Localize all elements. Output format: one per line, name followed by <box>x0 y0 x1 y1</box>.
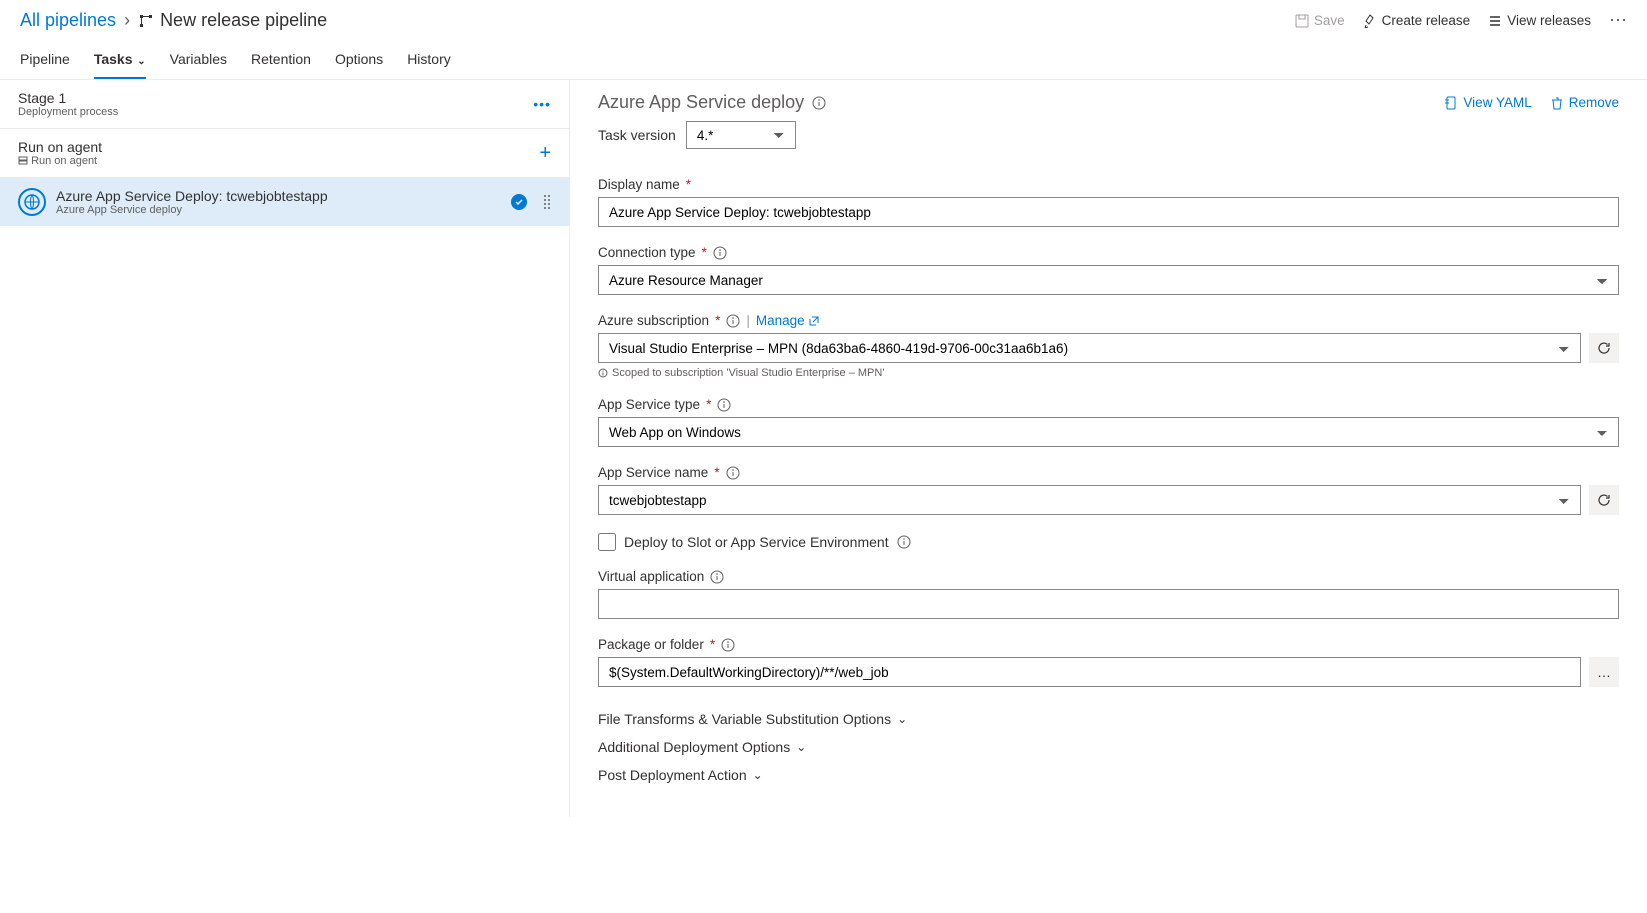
section-file-transforms[interactable]: File Transforms & Variable Substitution … <box>598 705 1619 733</box>
create-release-button[interactable]: Create release <box>1363 13 1471 28</box>
tab-variables[interactable]: Variables <box>170 41 227 79</box>
agent-subtitle: Run on agent <box>18 155 102 167</box>
refresh-subscription-button[interactable] <box>1589 333 1619 363</box>
detail-panel: Azure App Service deploy View YAML Remov… <box>570 80 1647 817</box>
package-folder-input[interactable] <box>598 657 1581 687</box>
connection-type-label: Connection type <box>598 245 696 260</box>
chevron-down-icon: ⌄ <box>796 740 806 754</box>
app-service-type-select[interactable]: Web App on Windows <box>598 417 1619 447</box>
task-subtitle: Azure App Service deploy <box>56 204 328 216</box>
task-item[interactable]: Azure App Service Deploy: tcwebjobtestap… <box>0 178 569 226</box>
stage-more-button[interactable]: ••• <box>533 96 551 112</box>
deploy-to-slot-label: Deploy to Slot or App Service Environmen… <box>624 534 889 550</box>
app-service-name-select[interactable]: tcwebjobtestapp <box>598 485 1581 515</box>
refresh-app-service-button[interactable] <box>1589 485 1619 515</box>
refresh-icon <box>1597 493 1611 507</box>
info-icon[interactable] <box>717 398 731 412</box>
app-service-type-label: App Service type <box>598 397 700 412</box>
info-icon[interactable] <box>897 535 911 549</box>
section-post-deployment[interactable]: Post Deployment Action ⌄ <box>598 761 1619 789</box>
save-button[interactable]: Save <box>1295 13 1345 28</box>
agent-job[interactable]: Run on agent Run on agent + <box>0 129 569 178</box>
tab-options[interactable]: Options <box>335 41 383 79</box>
trash-icon <box>1550 96 1564 110</box>
virtual-application-input[interactable] <box>598 589 1619 619</box>
list-icon <box>1488 14 1502 28</box>
chevron-down-icon: ⌄ <box>135 56 146 67</box>
view-yaml-button[interactable]: View YAML <box>1444 95 1531 110</box>
chevron-down-icon: ⌄ <box>897 712 907 726</box>
tab-tasks[interactable]: Tasks ⌄ <box>94 41 146 79</box>
stage-header[interactable]: Stage 1 Deployment process ••• <box>0 80 569 129</box>
display-name-input[interactable] <box>598 197 1619 227</box>
info-icon[interactable] <box>710 570 724 584</box>
task-status-icon <box>511 194 527 210</box>
task-version-select[interactable]: 4.* <box>686 121 796 149</box>
detail-heading: Azure App Service deploy <box>598 92 804 113</box>
connection-type-select[interactable]: Azure Resource Manager <box>598 265 1619 295</box>
app-service-name-label: App Service name <box>598 465 708 480</box>
more-menu-button[interactable]: ⋯ <box>1609 10 1627 31</box>
breadcrumb-root-link[interactable]: All pipelines <box>20 10 116 31</box>
tab-retention[interactable]: Retention <box>251 41 311 79</box>
chevron-down-icon: ⌄ <box>753 768 763 782</box>
deploy-to-slot-checkbox[interactable] <box>598 533 616 551</box>
info-icon[interactable] <box>713 246 727 260</box>
display-name-label: Display name <box>598 177 680 192</box>
section-additional-deployment[interactable]: Additional Deployment Options ⌄ <box>598 733 1619 761</box>
manage-subscription-link[interactable]: Manage <box>756 313 819 328</box>
left-panel: Stage 1 Deployment process ••• Run on ag… <box>0 80 570 817</box>
ellipsis-icon: … <box>1597 664 1611 680</box>
remove-button[interactable]: Remove <box>1550 95 1619 110</box>
tab-bar: Pipeline Tasks ⌄ Variables Retention Opt… <box>0 41 1647 80</box>
info-icon[interactable] <box>726 314 740 328</box>
info-icon[interactable] <box>812 96 826 110</box>
refresh-icon <box>1597 341 1611 355</box>
drag-handle[interactable] <box>543 194 551 210</box>
stage-subtitle: Deployment process <box>18 106 118 118</box>
azure-app-service-icon <box>18 188 46 216</box>
task-version-label: Task version <box>598 127 676 143</box>
agent-title: Run on agent <box>18 139 102 155</box>
breadcrumb-separator: › <box>124 10 130 31</box>
save-icon <box>1295 14 1309 28</box>
rocket-icon <box>1363 14 1377 28</box>
subscription-scope-note: Scoped to subscription 'Visual Studio En… <box>598 367 1619 379</box>
tab-history[interactable]: History <box>407 41 451 79</box>
browse-package-button[interactable]: … <box>1589 657 1619 687</box>
add-task-button[interactable]: + <box>539 142 551 165</box>
info-icon[interactable] <box>726 466 740 480</box>
info-icon <box>598 368 608 378</box>
server-icon <box>18 156 28 166</box>
azure-subscription-label: Azure subscription <box>598 313 709 328</box>
breadcrumb: All pipelines › New release pipeline <box>20 10 327 31</box>
view-releases-button[interactable]: View releases <box>1488 13 1591 28</box>
task-title: Azure App Service Deploy: tcwebjobtestap… <box>56 188 328 204</box>
page-title: New release pipeline <box>160 10 327 31</box>
azure-subscription-select[interactable]: Visual Studio Enterprise – MPN (8da63ba6… <box>598 333 1581 363</box>
info-icon[interactable] <box>721 638 735 652</box>
external-link-icon <box>809 316 819 326</box>
package-folder-label: Package or folder <box>598 637 704 652</box>
virtual-application-label: Virtual application <box>598 569 704 584</box>
pipeline-icon <box>138 13 154 29</box>
yaml-icon <box>1444 96 1458 110</box>
tab-pipeline[interactable]: Pipeline <box>20 41 70 79</box>
stage-title: Stage 1 <box>18 90 118 106</box>
